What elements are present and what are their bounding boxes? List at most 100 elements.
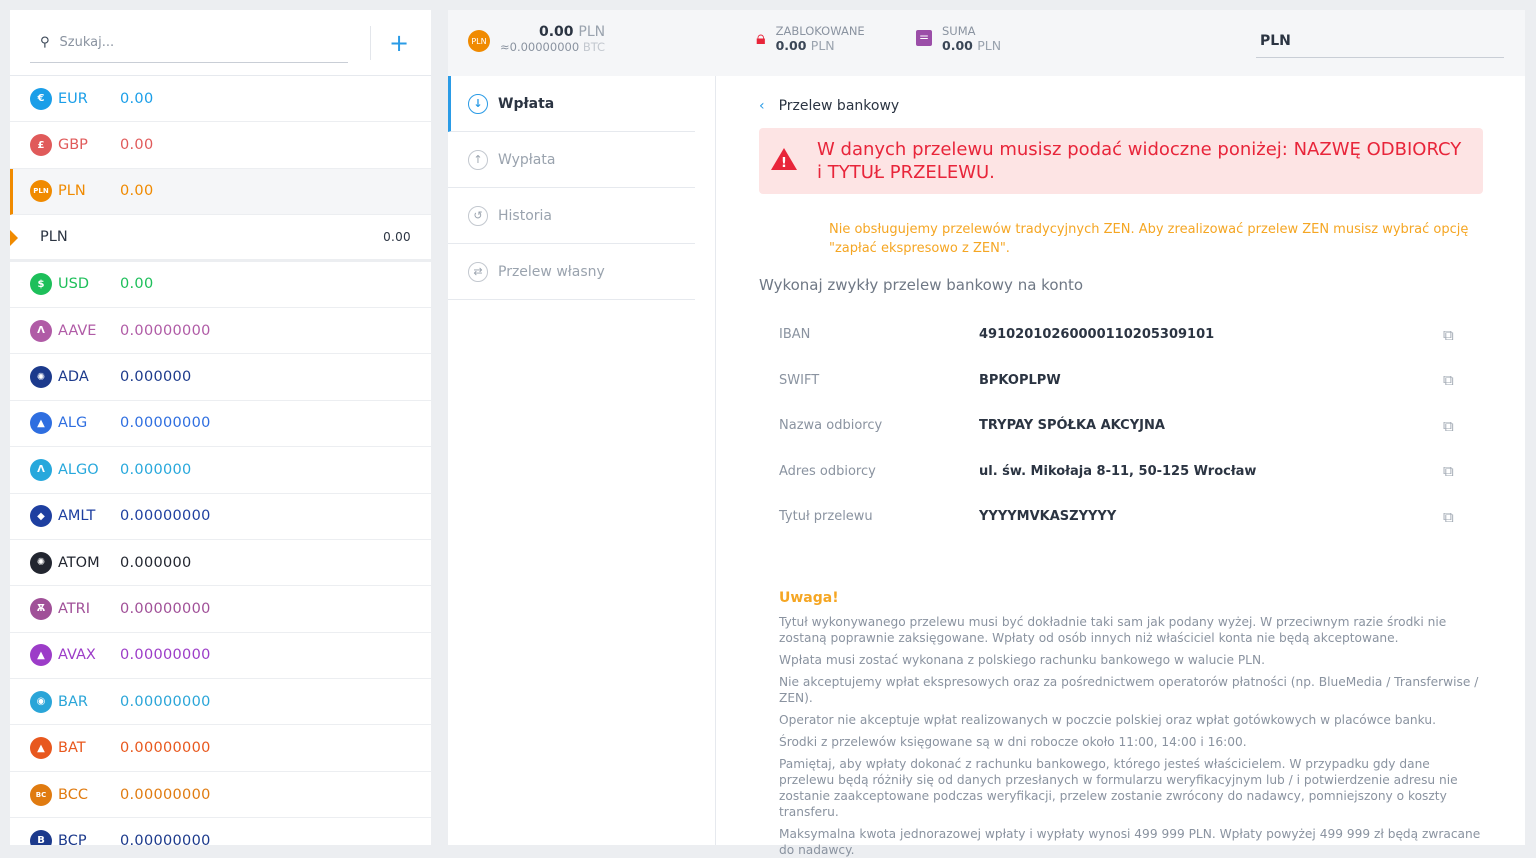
- notice-item: Tytuł wykonywanego przelewu musi być dok…: [779, 614, 1447, 645]
- coin-icon: ◆: [30, 505, 52, 528]
- notice-list: Tytuł wykonywanego przelewu musi być dok…: [779, 614, 1483, 858]
- arrow-down-icon: ↓: [468, 93, 488, 114]
- detail-row: IBAN 49102010260000110205309101 ⧉: [759, 312, 1483, 358]
- detail-label: Nazwa odbiorcy: [779, 418, 883, 434]
- notice-item: Środki z przelewów księgowane są w dni r…: [779, 734, 1247, 749]
- copy-icon[interactable]: ⧉: [1423, 403, 1483, 449]
- coin-icon: $: [30, 273, 52, 296]
- search-bar: ⚲ Szukaj... +: [10, 10, 431, 76]
- currency-row[interactable]: Λ ALGO 0.000000: [10, 447, 431, 494]
- lock-icon: 🔒︎: [756, 28, 766, 49]
- currency-row[interactable]: ◆ AMLT 0.00000000: [10, 494, 431, 540]
- detail-value: ul. św. Mikołaja 8-11, 50-125 Wrocław: [979, 463, 1257, 479]
- blocked-label: ZABLOKOWANE: [775, 24, 865, 38]
- coin-icon: €: [30, 87, 52, 110]
- coin-icon: B: [30, 829, 52, 845]
- detail-value: 49102010260000110205309101: [979, 327, 1215, 343]
- currency-row[interactable]: Λ AAVE 0.00000000: [10, 308, 431, 355]
- search-input[interactable]: ⚲ Szukaj...: [30, 23, 348, 63]
- notice-item: Maksymalna kwota jednorazowej wpłaty i w…: [779, 826, 1481, 857]
- blocked-balance: 🔒︎ ZABLOKOWANE 0.00 PLN: [756, 24, 865, 53]
- btc-equivalent: ≈0.00000000 BTC: [500, 40, 606, 54]
- balance-header: PLN 0.00 PLN ≈0.00000000 BTC 🔒︎ ZABLOKOW…: [448, 10, 1525, 76]
- copy-icon[interactable]: ⧉: [1423, 312, 1483, 358]
- currency-code: AAVE: [58, 322, 97, 339]
- coin-icon: Λ: [30, 319, 52, 342]
- currency-row[interactable]: € EUR 0.00: [10, 76, 431, 123]
- detail-label: SWIFT: [779, 372, 820, 388]
- section-title: Przelew bankowy: [778, 98, 900, 114]
- nav-own-transfer[interactable]: ⇄ Przelew własny: [448, 244, 695, 300]
- currency-code: BCP: [58, 832, 87, 845]
- currency-code: BAR: [58, 693, 88, 710]
- currency-row[interactable]: ▲ BAT 0.00000000: [10, 725, 431, 772]
- notice-item: Nie akceptujemy wpłat ekspresowych oraz …: [779, 674, 1479, 705]
- currency-amount: 0.00000000: [120, 600, 211, 617]
- coin-icon: ◉: [30, 690, 52, 713]
- currency-select[interactable]: PLN: [1256, 24, 1504, 58]
- currency-row[interactable]: ✺ ATOM 0.000000: [10, 540, 431, 587]
- currency-code: GBP: [58, 137, 88, 154]
- lead-text: Wykonaj zwykły przelew bankowy na konto: [759, 276, 1084, 294]
- currency-code: AVAX: [58, 647, 96, 664]
- currency-row[interactable]: PLN PLN 0.00: [10, 168, 431, 216]
- arrow-up-icon: ↑: [468, 149, 488, 170]
- currency-row[interactable]: ▲ ALG 0.00000000: [10, 401, 431, 448]
- warning-icon: [771, 148, 797, 175]
- currency-row[interactable]: ✺ ADA 0.000000: [10, 354, 431, 401]
- copy-icon[interactable]: ⧉: [1423, 494, 1483, 540]
- detail-row: Nazwa odbiorcy TRYPAY SPÓŁKA AKCYJNA ⧉: [759, 403, 1483, 449]
- coin-icon: ▲: [30, 644, 52, 667]
- coin-icon: Λ: [30, 458, 52, 481]
- alert-box: W danych przelewu musisz podać widoczne …: [759, 128, 1483, 194]
- nav-label: Wypłata: [498, 151, 556, 168]
- currency-row[interactable]: Ѫ ATRI 0.00000000: [10, 586, 431, 633]
- nav-deposit[interactable]: ↓ Wpłata: [448, 76, 695, 132]
- detail-value: BPKOPLPW: [979, 372, 1061, 388]
- currency-code: PLN: [58, 183, 86, 200]
- currency-code: PLN: [40, 228, 68, 245]
- currency-row[interactable]: £ GBP 0.00: [10, 122, 431, 169]
- currency-amount: 0.000000: [120, 461, 192, 478]
- sum-label: SUMA: [942, 24, 976, 38]
- currency-code: ATRI: [58, 600, 91, 617]
- nav-withdraw[interactable]: ↑ Wypłata: [448, 132, 695, 188]
- currency-code: AMLT: [58, 508, 96, 525]
- coin-icon: ▲: [30, 737, 52, 760]
- currency-amount: 0.00000000: [120, 786, 211, 803]
- currency-code: ALGO: [58, 461, 99, 478]
- coin-icon: Ѫ: [30, 597, 52, 620]
- nav-label: Wpłata: [498, 95, 555, 112]
- currency-amount: 0.000000: [120, 554, 192, 571]
- currency-amount: 0.00000000: [120, 647, 211, 664]
- sum-value: 0.00 PLN: [942, 38, 1002, 53]
- currency-amount: 0.00000000: [120, 415, 211, 432]
- currency-row[interactable]: ◉ BAR 0.00000000: [10, 679, 431, 726]
- detail-row: Tytuł przelewu YYYYMVKASZYYYY ⧉: [759, 494, 1483, 540]
- currency-row[interactable]: $ USD 0.00: [10, 262, 431, 308]
- detail-label: Adres odbiorcy: [779, 463, 876, 479]
- currency-row[interactable]: BC BCC 0.00000000: [10, 772, 431, 819]
- action-nav: ↓ Wpłata ↑ Wypłata ↺ Historia ⇄ Przelew włas…: [448, 76, 716, 845]
- currency-amount: 0.00: [383, 229, 411, 244]
- sum-icon: =: [916, 30, 932, 46]
- currency-sidebar: ⚲ Szukaj... + € EUR 0.00 £ GBP 0.00 PLN PLN 0.00…: [10, 10, 431, 845]
- copy-icon[interactable]: ⧉: [1423, 358, 1483, 404]
- detail-label: Tytuł przelewu: [779, 509, 873, 525]
- currency-row[interactable]: B BCP 0.00000000: [10, 818, 431, 845]
- copy-icon[interactable]: ⧉: [1423, 449, 1483, 495]
- coin-icon: ✺: [30, 551, 52, 574]
- currency-row[interactable]: PLN 0.00: [10, 215, 431, 262]
- add-button[interactable]: +: [387, 29, 411, 57]
- currency-amount: 0.00000000: [120, 508, 211, 525]
- currency-code: EUR: [58, 90, 88, 107]
- back-link[interactable]: ‹ Przelew bankowy: [759, 98, 1483, 114]
- notice-title: Uwaga!: [779, 589, 839, 606]
- notice-item: Wpłata musi zostać wykonana z polskiego …: [779, 652, 1265, 667]
- alert-text: W danych przelewu musisz podać widoczne …: [817, 139, 1462, 183]
- nav-history[interactable]: ↺ Historia: [448, 188, 695, 244]
- currency-row[interactable]: ▲ AVAX 0.00000000: [10, 633, 431, 680]
- bank-details: IBAN 49102010260000110205309101 ⧉ SWIFT BPKO…: [759, 312, 1483, 540]
- currency-amount: 0.00: [120, 90, 154, 107]
- detail-row: Adres odbiorcy ul. św. Mikołaja 8-11, 50-…: [759, 449, 1483, 495]
